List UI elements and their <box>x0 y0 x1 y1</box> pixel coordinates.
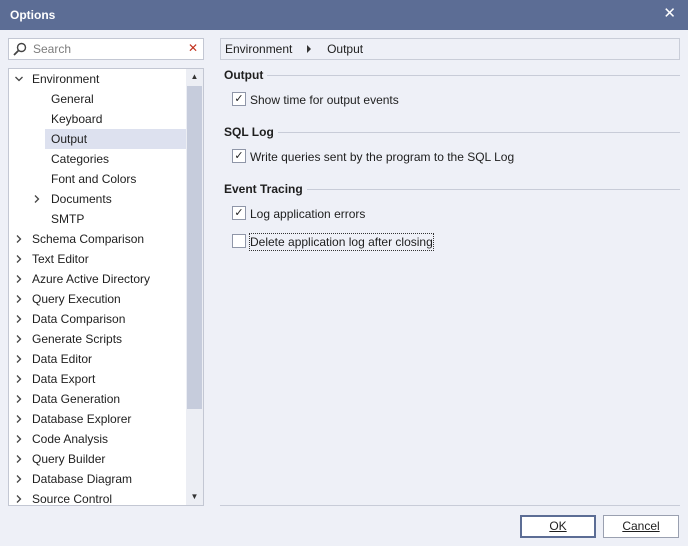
tree-item-label: SMTP <box>51 212 85 226</box>
tree-item-label: Data Editor <box>32 352 93 366</box>
tree-item-source-control[interactable]: Source Control <box>9 489 187 506</box>
tree-item-database-explorer[interactable]: Database Explorer <box>9 409 187 429</box>
tree-item-output[interactable]: Output <box>9 129 187 149</box>
tree-item-font-and-colors[interactable]: Font and Colors <box>9 169 187 189</box>
section-title-sql-log: SQL Log <box>224 125 278 139</box>
tree-item-text-editor[interactable]: Text Editor <box>9 249 187 269</box>
tree-item-azure-active-directory[interactable]: Azure Active Directory <box>9 269 187 289</box>
tree-item-data-generation[interactable]: Data Generation <box>9 389 187 409</box>
tree-scrollbar[interactable]: ▲ ▼ <box>186 69 203 505</box>
tree-item-label: Schema Comparison <box>32 232 145 246</box>
tree-item-label: Database Diagram <box>32 472 133 486</box>
title-bar: Options ✕ <box>0 0 688 30</box>
tree-item-data-export[interactable]: Data Export <box>9 369 187 389</box>
tree-item-label: Data Comparison <box>32 312 126 326</box>
options-tree[interactable]: Environment General Keyboard Output Categori… <box>8 68 204 506</box>
tree-item-data-editor[interactable]: Data Editor <box>9 349 187 369</box>
tree-item-label: Query Execution <box>32 292 121 306</box>
scroll-thumb[interactable] <box>187 86 202 409</box>
search-box[interactable]: ✕ <box>8 38 204 60</box>
event-tracing-section: Event Tracing <box>224 182 680 196</box>
chevron-down-icon[interactable] <box>15 75 23 83</box>
section-title-output: Output <box>224 68 268 82</box>
tree-item-documents[interactable]: Documents <box>9 189 187 209</box>
tree-item-query-execution[interactable]: Query Execution <box>9 289 187 309</box>
chevron-right-icon[interactable] <box>15 335 23 343</box>
tree-item-database-diagram[interactable]: Database Diagram <box>9 469 187 489</box>
scroll-up-arrow-icon[interactable]: ▲ <box>186 69 203 85</box>
tree-item-label: Output <box>45 129 186 149</box>
write-queries-checkbox[interactable]: ✓ <box>232 149 246 163</box>
delete-log-label: Delete application log after closing <box>249 233 434 251</box>
tree-item-label: Query Builder <box>32 452 106 466</box>
tree-item-label: Source Control <box>32 492 113 506</box>
footer-divider <box>220 505 680 506</box>
tree-item-label: Environment <box>32 72 100 86</box>
breadcrumb: Environment Output <box>220 38 680 60</box>
tree-item-general[interactable]: General <box>9 89 187 109</box>
show-time-checkbox[interactable]: ✓ <box>232 92 246 106</box>
tree-item-data-comparison[interactable]: Data Comparison <box>9 309 187 329</box>
chevron-right-icon[interactable] <box>15 415 23 423</box>
tree-item-generate-scripts[interactable]: Generate Scripts <box>9 329 187 349</box>
tree-item-label: Text Editor <box>32 252 89 266</box>
tree-item-label: Code Analysis <box>32 432 109 446</box>
chevron-right-icon[interactable] <box>15 375 23 383</box>
cancel-button-label: Cancel <box>622 519 660 533</box>
chevron-right-icon[interactable] <box>15 355 23 363</box>
section-divider <box>224 132 680 133</box>
ok-button-label: OK <box>549 519 567 533</box>
delete-log-checkbox[interactable] <box>232 234 246 248</box>
tree-item-keyboard[interactable]: Keyboard <box>9 109 187 129</box>
section-divider <box>224 75 680 76</box>
chevron-right-icon[interactable] <box>15 315 23 323</box>
close-icon[interactable]: ✕ <box>663 6 676 22</box>
tree-item-environment[interactable]: Environment <box>9 69 187 89</box>
chevron-right-icon[interactable] <box>15 295 23 303</box>
tree-item-label: Keyboard <box>51 112 103 126</box>
tree-item-code-analysis[interactable]: Code Analysis <box>9 429 187 449</box>
tree-item-label: Database Explorer <box>32 412 132 426</box>
tree-item-label: Documents <box>51 192 112 206</box>
tree-item-label: Data Generation <box>32 392 121 406</box>
breadcrumb-current: Output <box>327 42 364 56</box>
sql-log-section: SQL Log <box>224 125 680 139</box>
tree-item-label: Categories <box>51 152 110 166</box>
chevron-right-icon[interactable] <box>15 255 23 263</box>
breadcrumb-root[interactable]: Environment <box>225 42 292 56</box>
chevron-right-icon <box>306 45 311 53</box>
clear-search-icon[interactable]: ✕ <box>188 41 198 55</box>
scroll-down-arrow-icon[interactable]: ▼ <box>186 489 203 505</box>
search-input[interactable] <box>33 41 183 57</box>
tree-item-query-builder[interactable]: Query Builder <box>9 449 187 469</box>
chevron-right-icon[interactable] <box>15 495 23 503</box>
chevron-right-icon[interactable] <box>15 455 23 463</box>
chevron-right-icon[interactable] <box>15 435 23 443</box>
search-icon <box>13 42 27 56</box>
window-title: Options <box>10 8 56 22</box>
log-errors-checkbox[interactable]: ✓ <box>232 206 246 220</box>
show-time-label: Show time for output events <box>250 93 399 107</box>
chevron-right-icon[interactable] <box>15 475 23 483</box>
ok-button[interactable]: OK <box>520 515 596 538</box>
chevron-right-icon[interactable] <box>15 235 23 243</box>
tree-item-label: Azure Active Directory <box>32 272 151 286</box>
tree-item-label: General <box>51 92 94 106</box>
log-errors-label: Log application errors <box>250 207 366 221</box>
tree-item-schema-comparison[interactable]: Schema Comparison <box>9 229 187 249</box>
output-section: Output <box>224 68 680 82</box>
write-queries-label: Write queries sent by the program to the… <box>250 150 515 164</box>
chevron-right-icon[interactable] <box>15 395 23 403</box>
chevron-right-icon[interactable] <box>33 195 41 203</box>
tree-item-label: Data Export <box>32 372 96 386</box>
tree-item-label: Font and Colors <box>51 172 137 186</box>
cancel-button[interactable]: Cancel <box>603 515 679 538</box>
chevron-right-icon[interactable] <box>15 275 23 283</box>
tree-item-label: Generate Scripts <box>32 332 123 346</box>
tree-item-smtp[interactable]: SMTP <box>9 209 187 229</box>
section-title-event-tracing: Event Tracing <box>224 182 307 196</box>
tree-item-categories[interactable]: Categories <box>9 149 187 169</box>
